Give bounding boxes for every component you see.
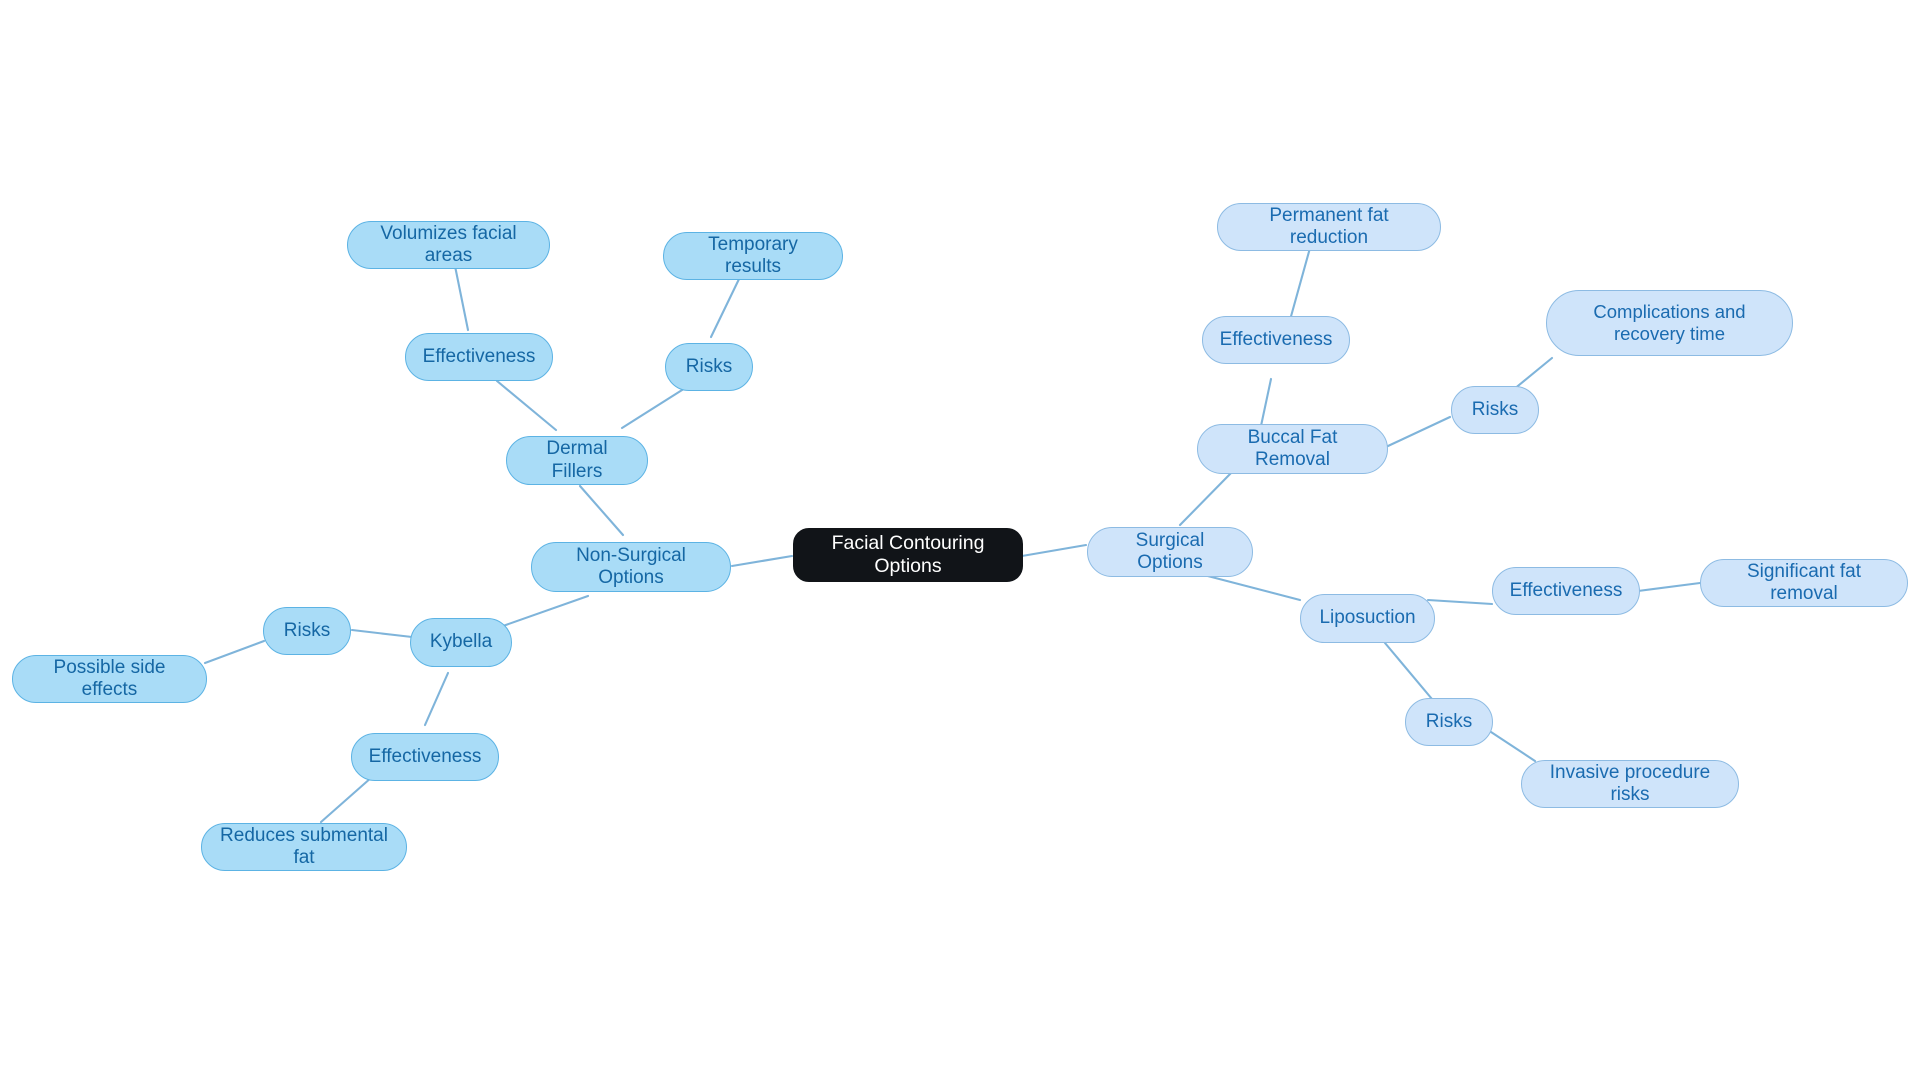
node-non-surgical-options[interactable]: Non-Surgical Options xyxy=(531,542,731,592)
edge-nonsurgical-kybella xyxy=(498,594,590,629)
edge-surgical-buccal xyxy=(1178,470,1234,527)
edge-krisks-sideeffects xyxy=(203,639,266,665)
edge-kybella-risks xyxy=(350,628,414,639)
node-buccal-effectiveness[interactable]: Effectiveness xyxy=(1202,316,1350,364)
edge-lipo-effectiveness xyxy=(1426,598,1494,606)
edge-kybella-effectiveness xyxy=(423,671,450,727)
node-lipo-effectiveness[interactable]: Effectiveness xyxy=(1492,567,1640,615)
edge-effectiveness-volumizes xyxy=(453,264,470,332)
edge-lrisks-invasive xyxy=(1489,730,1537,763)
node-significant-fat-removal[interactable]: Significant fat removal xyxy=(1700,559,1908,607)
node-kybella-effectiveness[interactable]: Effectiveness xyxy=(351,733,499,781)
node-dermal-risks[interactable]: Risks xyxy=(665,343,753,391)
edge-beffectiveness-permanent xyxy=(1288,246,1312,322)
edge-risks-temporary xyxy=(709,275,742,339)
node-lipo-risks[interactable]: Risks xyxy=(1405,698,1493,746)
node-root[interactable]: Facial Contouring Options xyxy=(793,528,1023,582)
node-dermal-effectiveness[interactable]: Effectiveness xyxy=(405,333,553,381)
node-buccal-risks[interactable]: Risks xyxy=(1451,386,1539,434)
edge-root-nonsurgical xyxy=(730,554,794,568)
mindmap-canvas: Facial Contouring Options Non-Surgical O… xyxy=(0,0,1920,1083)
edge-keffectiveness-submental xyxy=(319,775,374,824)
edge-surgical-liposuction xyxy=(1198,572,1302,602)
edge-leffectiveness-significant xyxy=(1636,581,1702,593)
node-permanent-fat-reduction[interactable]: Permanent fat reduction xyxy=(1217,203,1441,251)
node-dermal-fillers[interactable]: Dermal Fillers xyxy=(506,436,648,485)
node-kybella[interactable]: Kybella xyxy=(410,618,512,667)
edge-dermal-effectiveness xyxy=(495,379,558,432)
node-buccal-fat-removal[interactable]: Buccal Fat Removal xyxy=(1197,424,1388,474)
node-kybella-risks[interactable]: Risks xyxy=(263,607,351,655)
edge-lipo-risks xyxy=(1383,641,1439,707)
edge-dermal-risks xyxy=(620,383,692,430)
node-possible-side-effects[interactable]: Possible side effects xyxy=(12,655,207,703)
node-reduces-submental-fat[interactable]: Reduces submental fat xyxy=(201,823,407,871)
node-liposuction[interactable]: Liposuction xyxy=(1300,594,1435,643)
edge-buccal-risks xyxy=(1386,415,1452,448)
node-invasive-procedure-risks[interactable]: Invasive procedure risks xyxy=(1521,760,1739,808)
edge-nonsurgical-dermal xyxy=(578,484,625,537)
node-volumizes-facial-areas[interactable]: Volumizes facial areas xyxy=(347,221,550,269)
node-complications-and-recovery-time[interactable]: Complications and recovery time xyxy=(1546,290,1793,356)
edge-root-surgical xyxy=(1020,543,1088,558)
node-surgical-options[interactable]: Surgical Options xyxy=(1087,527,1253,577)
node-temporary-results[interactable]: Temporary results xyxy=(663,232,843,280)
